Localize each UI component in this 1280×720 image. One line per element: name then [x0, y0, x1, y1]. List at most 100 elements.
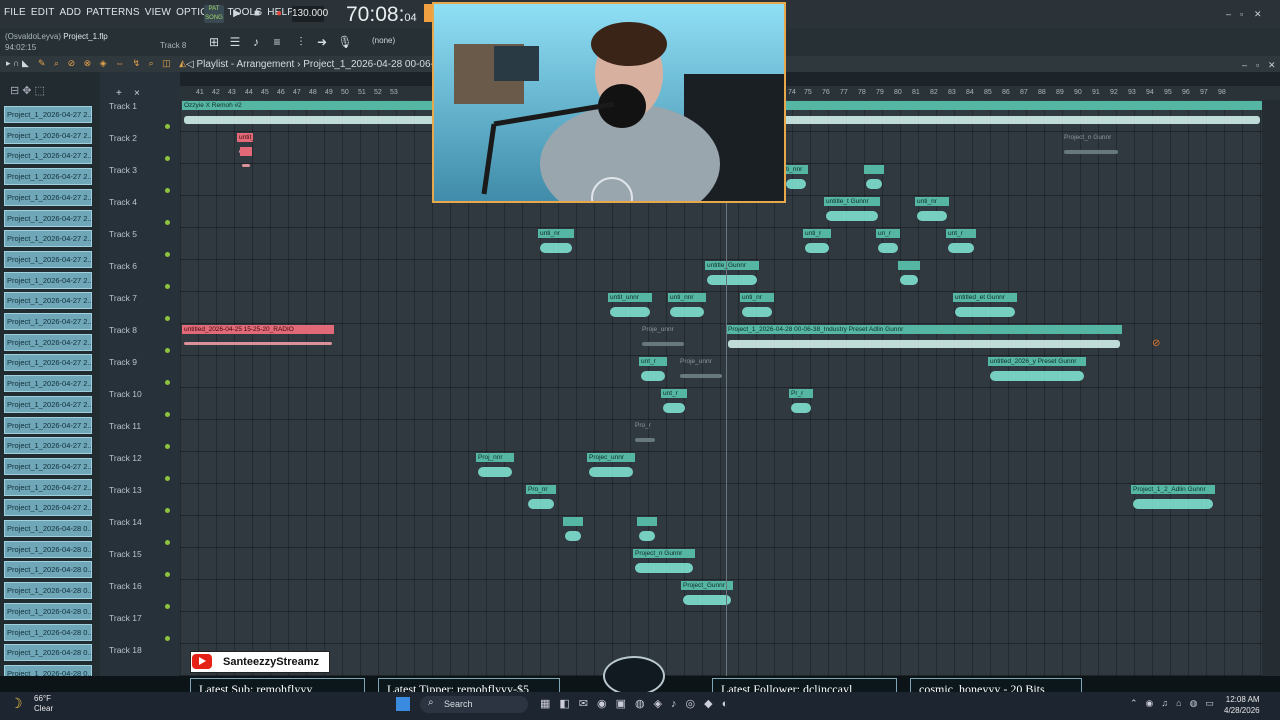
add-track-icon[interactable]: + [116, 88, 122, 99]
piano-roll-icon[interactable]: ♪ [248, 34, 264, 50]
song-mode-button[interactable]: PAT SONG [204, 5, 224, 23]
track-mute-led[interactable] [165, 444, 170, 449]
project-list-item[interactable]: Project_1_2026-04-27 2... [4, 188, 92, 206]
pattern-selector[interactable]: (none) [372, 36, 395, 45]
project-list-item[interactable]: Project_1_2026-04-27 2... [4, 395, 92, 413]
track-mute-led[interactable] [165, 508, 170, 513]
project-list-item[interactable]: Project_1_2026-04-28 0... [4, 520, 92, 537]
track-label[interactable]: Track 10 [109, 389, 142, 399]
tempo-display[interactable]: 130.000 [292, 6, 328, 22]
stop-icon[interactable]: ■ [250, 7, 264, 21]
arrow-icon[interactable]: ▸ ∩ ◣ [6, 58, 29, 69]
project-list-item[interactable]: Project_1_2026-04-28 0... [4, 561, 92, 579]
track-mute-led[interactable] [165, 252, 170, 257]
audio-clip[interactable]: Project_1_2_Adlin Gunnr [1131, 485, 1215, 514]
channel-rack-icon[interactable]: ≡ [269, 34, 285, 50]
audio-clip[interactable]: untit_unnr [608, 293, 652, 322]
track-mute-led[interactable] [165, 188, 170, 193]
track-label[interactable]: Track 2 [109, 133, 137, 143]
playlist-minimize-icon[interactable]: – [1242, 60, 1247, 70]
audio-clip[interactable]: unt_r [639, 357, 667, 386]
pinned-apps-icons[interactable]: ▦◧✉◉▣◍◈♪◎◆◐ [540, 697, 737, 710]
track-mute-led[interactable] [165, 348, 170, 353]
track-mute-led[interactable] [165, 316, 170, 321]
audio-clip[interactable]: Proj_nnr [476, 453, 514, 482]
project-list-item[interactable]: Project_1_2026-04-28 0... [4, 644, 92, 662]
track-mute-led[interactable] [165, 476, 170, 481]
project-list-item[interactable]: Project_1_2026-04-27 2... [4, 106, 92, 123]
audio-clip[interactable]: untitled_2026-04-25 15-25-20_RADIO [182, 325, 334, 354]
audio-clip[interactable]: untitled_et Gunnr [953, 293, 1017, 322]
audio-clip[interactable] [240, 147, 252, 176]
playlist-close-icon[interactable]: ✕ [1268, 60, 1276, 71]
project-list-item[interactable]: Project_1_2026-04-27 2... [4, 375, 92, 393]
audio-clip[interactable]: unti_r [803, 229, 831, 258]
snap-icon[interactable]: ⊞ [206, 34, 222, 50]
project-list-item[interactable]: Project_1_2026-04-27 2... [4, 271, 92, 289]
track-mute-led[interactable] [165, 412, 170, 417]
menu-file[interactable]: FILE [4, 7, 26, 18]
system-tray-icons[interactable]: ⌃◉♫⌂◍▭ [1130, 698, 1222, 709]
audio-clip[interactable]: Project_n Gunnr [633, 549, 695, 578]
track-label[interactable]: Track 12 [109, 453, 142, 463]
close-icon[interactable]: ✕ [1254, 9, 1262, 20]
microphone-icon[interactable]: 🎙 [337, 34, 353, 50]
record-icon[interactable]: ● [272, 7, 286, 21]
audio-clip[interactable]: unt_r [946, 229, 976, 258]
track-label[interactable]: Track 18 [109, 645, 142, 655]
audio-clip[interactable]: unt_r [661, 389, 687, 418]
track-label[interactable]: Track 6 [109, 261, 137, 271]
track-label[interactable]: Track 9 [109, 357, 137, 367]
track-mute-led[interactable] [165, 636, 170, 641]
audio-clip[interactable] [864, 165, 884, 194]
play-icon[interactable]: ▶ [230, 7, 244, 21]
track-label[interactable]: Track 5 [109, 229, 137, 239]
track-mute-led[interactable] [165, 124, 170, 129]
audio-clip[interactable]: untitled_2026_y Preset Gunnr [988, 357, 1086, 386]
mixer-icon[interactable]: ⫶ [293, 34, 309, 50]
windows-start-icon[interactable] [396, 697, 410, 711]
project-list-item[interactable]: Project_1_2026-04-28 0... [4, 540, 92, 558]
project-list-item[interactable]: Project_1_2026-04-27 2... [4, 499, 92, 517]
clock[interactable]: 12:08 AM 4/28/2026 [1224, 694, 1260, 716]
taskbar-search[interactable]: Search [420, 696, 528, 713]
vertical-scrollbar[interactable] [1262, 100, 1280, 684]
project-list-item[interactable]: Project_1_2026-04-28 0... [4, 582, 92, 600]
project-list-item[interactable]: Project_1_2026-04-27 2... [4, 168, 92, 186]
project-list-item[interactable]: Project_1_2026-04-28 0... [4, 623, 92, 641]
audio-clip[interactable]: untitle_Gunnr [705, 261, 759, 290]
track-mute-led[interactable] [165, 284, 170, 289]
audio-clip[interactable]: Project_n Gunnr [1062, 133, 1120, 162]
remove-track-icon[interactable]: × [134, 88, 140, 99]
minimize-icon[interactable]: – [1226, 9, 1231, 19]
menu-view[interactable]: VIEW [145, 7, 171, 18]
project-list-item[interactable]: Project_1_2026-04-27 2... [4, 478, 92, 496]
project-list-item[interactable]: Project_1_2026-04-27 2... [4, 147, 92, 165]
project-list-item[interactable]: Project_1_2026-04-28 0... [4, 602, 92, 620]
audio-clip[interactable] [898, 261, 920, 290]
track-label[interactable]: Track 13 [109, 485, 142, 495]
arrow-right-icon[interactable]: ➜ [314, 34, 330, 50]
menu-edit[interactable]: EDIT [31, 7, 55, 18]
track-mute-led[interactable] [165, 540, 170, 545]
audio-clip[interactable]: Proje_unnr [640, 325, 686, 354]
audio-clip[interactable]: Pro_r [633, 421, 657, 450]
maximize-icon[interactable]: ▫ [1240, 9, 1243, 19]
audio-clip[interactable]: Proje_unnr [678, 357, 724, 386]
track-mute-led[interactable] [165, 604, 170, 609]
audio-clip[interactable]: untitle_t Gunnr [824, 197, 880, 226]
audio-clip[interactable] [637, 517, 657, 546]
menu-add[interactable]: ADD [60, 7, 82, 18]
track-label[interactable]: Track 3 [109, 165, 137, 175]
track-mute-led[interactable] [165, 572, 170, 577]
project-list-item[interactable]: Project_1_2026-04-27 2... [4, 230, 92, 248]
track-label[interactable]: Track 8 [109, 325, 137, 335]
audio-clip[interactable]: unti_nr [915, 197, 949, 226]
track-label[interactable]: Track 15 [109, 549, 142, 559]
playlist-icon[interactable]: ☰ [227, 34, 243, 50]
project-list-item[interactable]: Project_1_2026-04-27 2... [4, 126, 92, 144]
track-mute-led[interactable] [165, 380, 170, 385]
audio-clip[interactable]: Project_1_2026-04-28 00-06-38_Industry P… [726, 325, 1122, 354]
audio-clip[interactable]: ti_nnr [784, 165, 808, 194]
menu-patterns[interactable]: PATTERNS [86, 7, 139, 18]
